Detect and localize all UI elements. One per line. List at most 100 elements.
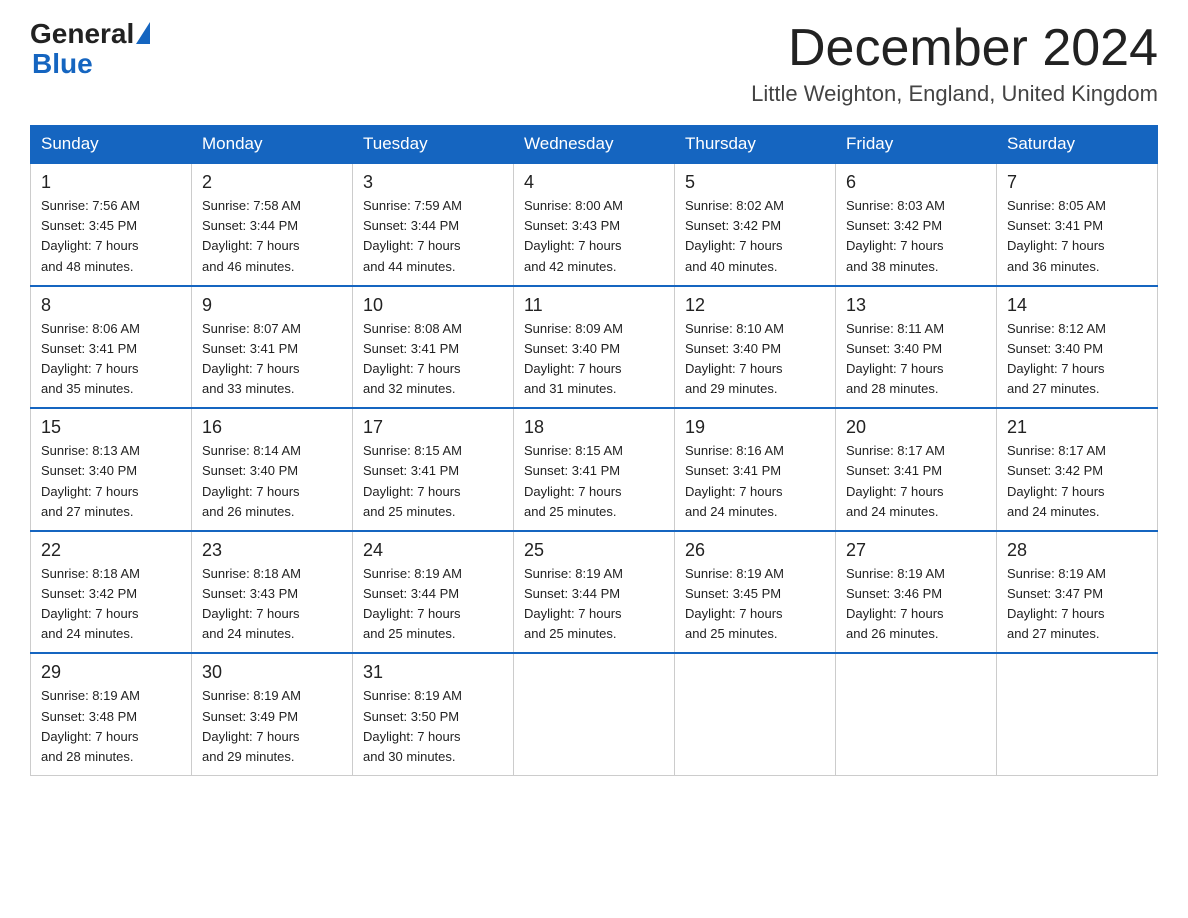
day-number: 5 (685, 172, 825, 193)
day-number: 3 (363, 172, 503, 193)
day-info: Sunrise: 8:15 AMSunset: 3:41 PMDaylight:… (524, 441, 664, 522)
week-row-3: 15 Sunrise: 8:13 AMSunset: 3:40 PMDayligh… (31, 408, 1158, 531)
day-cell: 21 Sunrise: 8:17 AMSunset: 3:42 PMDayligh… (997, 408, 1158, 531)
logo-triangle-icon (136, 22, 150, 44)
day-cell: 25 Sunrise: 8:19 AMSunset: 3:44 PMDayligh… (514, 531, 675, 654)
day-cell: 22Sunrise: 8:18 AMSunset: 3:42 PMDayligh… (31, 531, 192, 654)
day-cell: 14 Sunrise: 8:12 AMSunset: 3:40 PMDayligh… (997, 286, 1158, 409)
day-info: Sunrise: 8:06 AMSunset: 3:41 PMDaylight:… (41, 319, 181, 400)
day-cell: 20Sunrise: 8:17 AMSunset: 3:41 PMDayligh… (836, 408, 997, 531)
day-number: 12 (685, 295, 825, 316)
day-number: 13 (846, 295, 986, 316)
day-info: Sunrise: 8:19 AMSunset: 3:46 PMDaylight:… (846, 564, 986, 645)
day-number: 22 (41, 540, 181, 561)
calendar-body: 1 Sunrise: 7:56 AMSunset: 3:45 PMDaylight… (31, 163, 1158, 775)
day-info: Sunrise: 8:11 AMSunset: 3:40 PMDaylight:… (846, 319, 986, 400)
day-info: Sunrise: 8:19 AMSunset: 3:47 PMDaylight:… (1007, 564, 1147, 645)
day-cell: 3Sunrise: 7:59 AMSunset: 3:44 PMDaylight… (353, 163, 514, 286)
day-number: 23 (202, 540, 342, 561)
page-header: General Blue December 2024 Little Weight… (30, 20, 1158, 107)
day-number: 14 (1007, 295, 1147, 316)
day-number: 1 (41, 172, 181, 193)
day-info: Sunrise: 8:10 AMSunset: 3:40 PMDaylight:… (685, 319, 825, 400)
day-cell (836, 653, 997, 775)
day-cell: 2 Sunrise: 7:58 AMSunset: 3:44 PMDaylight… (192, 163, 353, 286)
day-cell: 12 Sunrise: 8:10 AMSunset: 3:40 PMDayligh… (675, 286, 836, 409)
day-cell: 15 Sunrise: 8:13 AMSunset: 3:40 PMDayligh… (31, 408, 192, 531)
day-number: 19 (685, 417, 825, 438)
day-info: Sunrise: 8:08 AMSunset: 3:41 PMDaylight:… (363, 319, 503, 400)
day-number: 26 (685, 540, 825, 561)
day-cell: 7 Sunrise: 8:05 AMSunset: 3:41 PMDaylight… (997, 163, 1158, 286)
day-number: 28 (1007, 540, 1147, 561)
calendar-header: SundayMondayTuesdayWednesdayThursdayFrid… (31, 126, 1158, 164)
logo-blue-text: Blue (32, 48, 93, 79)
day-cell: 30 Sunrise: 8:19 AMSunset: 3:49 PMDayligh… (192, 653, 353, 775)
day-cell: 9Sunrise: 8:07 AMSunset: 3:41 PMDaylight… (192, 286, 353, 409)
day-number: 18 (524, 417, 664, 438)
logo-text: General (30, 20, 150, 48)
day-info: Sunrise: 8:19 AMSunset: 3:45 PMDaylight:… (685, 564, 825, 645)
day-number: 31 (363, 662, 503, 683)
day-info: Sunrise: 8:19 AMSunset: 3:48 PMDaylight:… (41, 686, 181, 767)
week-row-4: 22Sunrise: 8:18 AMSunset: 3:42 PMDayligh… (31, 531, 1158, 654)
day-number: 7 (1007, 172, 1147, 193)
day-cell (675, 653, 836, 775)
header-day-thursday: Thursday (675, 126, 836, 164)
day-info: Sunrise: 8:17 AMSunset: 3:42 PMDaylight:… (1007, 441, 1147, 522)
day-number: 29 (41, 662, 181, 683)
day-cell: 27Sunrise: 8:19 AMSunset: 3:46 PMDayligh… (836, 531, 997, 654)
week-row-5: 29 Sunrise: 8:19 AMSunset: 3:48 PMDayligh… (31, 653, 1158, 775)
day-info: Sunrise: 8:13 AMSunset: 3:40 PMDaylight:… (41, 441, 181, 522)
day-info: Sunrise: 8:14 AMSunset: 3:40 PMDaylight:… (202, 441, 342, 522)
logo-general-text: General (30, 20, 134, 48)
day-number: 8 (41, 295, 181, 316)
day-cell: 13 Sunrise: 8:11 AMSunset: 3:40 PMDayligh… (836, 286, 997, 409)
day-number: 9 (202, 295, 342, 316)
day-info: Sunrise: 7:56 AMSunset: 3:45 PMDaylight:… (41, 196, 181, 277)
day-info: Sunrise: 8:05 AMSunset: 3:41 PMDaylight:… (1007, 196, 1147, 277)
day-number: 6 (846, 172, 986, 193)
header-row: SundayMondayTuesdayWednesdayThursdayFrid… (31, 126, 1158, 164)
day-number: 4 (524, 172, 664, 193)
day-number: 11 (524, 295, 664, 316)
day-info: Sunrise: 8:03 AMSunset: 3:42 PMDaylight:… (846, 196, 986, 277)
day-cell: 29 Sunrise: 8:19 AMSunset: 3:48 PMDayligh… (31, 653, 192, 775)
day-cell: 31Sunrise: 8:19 AMSunset: 3:50 PMDayligh… (353, 653, 514, 775)
day-number: 2 (202, 172, 342, 193)
week-row-1: 1 Sunrise: 7:56 AMSunset: 3:45 PMDaylight… (31, 163, 1158, 286)
day-info: Sunrise: 7:58 AMSunset: 3:44 PMDaylight:… (202, 196, 342, 277)
day-number: 30 (202, 662, 342, 683)
day-cell: 24 Sunrise: 8:19 AMSunset: 3:44 PMDayligh… (353, 531, 514, 654)
day-cell: 17Sunrise: 8:15 AMSunset: 3:41 PMDayligh… (353, 408, 514, 531)
day-cell: 28 Sunrise: 8:19 AMSunset: 3:47 PMDayligh… (997, 531, 1158, 654)
day-cell: 11Sunrise: 8:09 AMSunset: 3:40 PMDayligh… (514, 286, 675, 409)
location-title: Little Weighton, England, United Kingdom (751, 81, 1158, 107)
day-cell (997, 653, 1158, 775)
day-info: Sunrise: 8:19 AMSunset: 3:44 PMDaylight:… (524, 564, 664, 645)
header-day-monday: Monday (192, 126, 353, 164)
title-area: December 2024 Little Weighton, England, … (751, 20, 1158, 107)
day-cell: 26 Sunrise: 8:19 AMSunset: 3:45 PMDayligh… (675, 531, 836, 654)
day-info: Sunrise: 8:12 AMSunset: 3:40 PMDaylight:… (1007, 319, 1147, 400)
day-info: Sunrise: 8:00 AMSunset: 3:43 PMDaylight:… (524, 196, 664, 277)
day-info: Sunrise: 8:19 AMSunset: 3:44 PMDaylight:… (363, 564, 503, 645)
day-info: Sunrise: 8:02 AMSunset: 3:42 PMDaylight:… (685, 196, 825, 277)
header-day-sunday: Sunday (31, 126, 192, 164)
day-cell (514, 653, 675, 775)
logo: General Blue (30, 20, 150, 80)
day-cell: 16Sunrise: 8:14 AMSunset: 3:40 PMDayligh… (192, 408, 353, 531)
day-info: Sunrise: 8:19 AMSunset: 3:49 PMDaylight:… (202, 686, 342, 767)
header-day-wednesday: Wednesday (514, 126, 675, 164)
day-number: 21 (1007, 417, 1147, 438)
header-day-saturday: Saturday (997, 126, 1158, 164)
day-number: 15 (41, 417, 181, 438)
day-number: 24 (363, 540, 503, 561)
day-number: 25 (524, 540, 664, 561)
week-row-2: 8 Sunrise: 8:06 AMSunset: 3:41 PMDaylight… (31, 286, 1158, 409)
day-cell: 8 Sunrise: 8:06 AMSunset: 3:41 PMDaylight… (31, 286, 192, 409)
header-day-tuesday: Tuesday (353, 126, 514, 164)
day-cell: 23Sunrise: 8:18 AMSunset: 3:43 PMDayligh… (192, 531, 353, 654)
calendar-table: SundayMondayTuesdayWednesdayThursdayFrid… (30, 125, 1158, 776)
day-number: 17 (363, 417, 503, 438)
